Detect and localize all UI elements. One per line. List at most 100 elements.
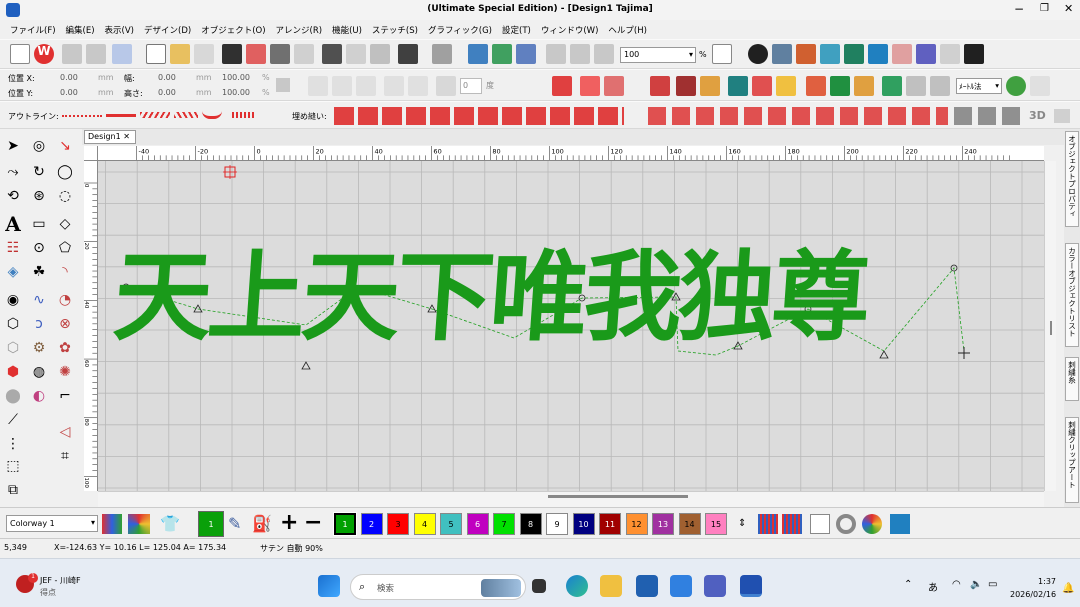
zigzag-icon[interactable] xyxy=(650,76,670,96)
rotate-icon[interactable] xyxy=(436,76,456,96)
copy-icon[interactable] xyxy=(346,44,366,64)
colorway-select[interactable]: Colorway 1 ▾ xyxy=(6,515,98,532)
export-icon[interactable] xyxy=(246,44,266,64)
gray-shape-icon[interactable]: ⬤ xyxy=(2,385,24,407)
satin-line-icon[interactable] xyxy=(140,112,170,118)
picture-icon[interactable] xyxy=(728,76,748,96)
color-swatch-2[interactable]: 2 xyxy=(360,513,383,535)
ribbon-icon[interactable] xyxy=(700,76,720,96)
colors-icon[interactable] xyxy=(820,44,840,64)
current-color-swatch[interactable]: 1 xyxy=(198,511,224,537)
rotate-tool-icon[interactable]: ↻ xyxy=(28,161,50,183)
triangle-tool-icon[interactable]: ◇ xyxy=(54,213,76,235)
print-preview-icon[interactable] xyxy=(294,44,314,64)
new-file-icon[interactable] xyxy=(146,44,166,64)
copilot-icon[interactable] xyxy=(670,575,692,597)
arrowhead-icon[interactable]: ◁ xyxy=(54,421,76,443)
align-left-icon[interactable] xyxy=(308,76,328,96)
leaf-icon[interactable] xyxy=(604,76,624,96)
satin-fill-icon[interactable] xyxy=(552,76,572,96)
wave-icon[interactable]: ∿ xyxy=(28,289,50,311)
clock-time[interactable]: 1:37 xyxy=(1020,577,1056,586)
radial-icon[interactable]: ⊗ xyxy=(54,313,76,335)
color-object-list-tab[interactable]: カラーオブジェクトリスト xyxy=(1065,243,1079,347)
node-edit-icon[interactable]: ⤳ xyxy=(2,161,24,183)
info-icon[interactable] xyxy=(748,44,768,64)
vertical-scrollbar[interactable] xyxy=(1044,161,1056,491)
undo-icon[interactable] xyxy=(398,44,418,64)
flower-icon[interactable]: ✿ xyxy=(54,337,76,359)
height-field[interactable]: 0.00 xyxy=(158,88,176,97)
menu-arrange[interactable]: アレンジ(R) xyxy=(271,20,328,39)
save-icon[interactable] xyxy=(222,44,242,64)
branch-icon[interactable]: ⊛ xyxy=(28,185,50,207)
color-swatch-7[interactable]: 7 xyxy=(493,513,515,535)
travel-icon[interactable] xyxy=(468,44,488,64)
menu-settings[interactable]: 設定(T) xyxy=(497,20,536,39)
file-explorer-icon[interactable] xyxy=(600,575,622,597)
color-swatch-6[interactable]: 6 xyxy=(466,513,489,535)
oval-tool-icon[interactable]: ◯ xyxy=(54,161,76,183)
shape-group-icon[interactable]: ☘ xyxy=(28,261,50,283)
menu-window[interactable]: ウィンドウ(W) xyxy=(536,20,604,39)
fork-icon[interactable] xyxy=(676,76,696,96)
no-color-icon[interactable] xyxy=(810,514,830,534)
settings-icon[interactable] xyxy=(86,44,106,64)
screen-icon[interactable] xyxy=(112,44,132,64)
edge-icon[interactable] xyxy=(566,575,588,597)
paste-icon[interactable] xyxy=(370,44,390,64)
color-swatch-1[interactable]: 1 xyxy=(333,512,357,536)
select-arrow-icon[interactable]: ➤ xyxy=(2,135,24,157)
color-swatch-15[interactable]: 15 xyxy=(705,513,727,535)
store-icon[interactable] xyxy=(636,575,658,597)
three-d-button[interactable]: 3D xyxy=(1029,109,1046,122)
arc-tool-icon[interactable]: ◝ xyxy=(54,261,76,283)
pos-x-field[interactable]: 0.00 xyxy=(60,73,78,82)
running-stitch-icon[interactable] xyxy=(62,115,102,117)
hatch-icon[interactable] xyxy=(930,76,950,96)
appliqué-icon[interactable]: ◍ xyxy=(28,361,50,383)
menu-graphic[interactable]: グラフィック(G) xyxy=(423,20,497,39)
eyedropper-icon[interactable]: ✎ xyxy=(228,514,250,534)
menu-stitch[interactable]: ステッチ(S) xyxy=(367,20,423,39)
close-button[interactable]: ✕ xyxy=(1064,2,1073,15)
spiral-icon[interactable]: ◔ xyxy=(54,289,76,311)
feather-icon[interactable] xyxy=(580,76,600,96)
teams-icon[interactable] xyxy=(704,575,726,597)
redo-icon[interactable] xyxy=(432,44,452,64)
effect-fill-icons[interactable] xyxy=(954,107,1024,125)
color-swatch-9[interactable]: 9 xyxy=(546,513,568,535)
color-wheel-icon[interactable] xyxy=(862,514,882,534)
menu-object[interactable]: オブジェクト(O) xyxy=(196,20,270,39)
object-properties-tab[interactable]: オブジェクトプロパティ xyxy=(1065,131,1079,227)
hexagon-icon[interactable]: ⬡ xyxy=(2,313,24,335)
horizontal-scrollbar[interactable] xyxy=(98,491,1044,507)
color-swatch-13[interactable]: 13 xyxy=(652,513,674,535)
pink-ring-icon[interactable]: ◐ xyxy=(28,385,50,407)
machine-icon[interactable]: ⚙ xyxy=(28,337,50,359)
color-swatch-12[interactable]: 12 xyxy=(625,513,648,535)
fill-colors-icon[interactable] xyxy=(854,76,874,96)
pentagon-tool-icon[interactable]: ⬠ xyxy=(54,237,76,259)
align-center-icon[interactable] xyxy=(332,76,352,96)
width-field[interactable]: 0.00 xyxy=(158,73,176,82)
monogram-icon[interactable]: ◈ xyxy=(2,261,24,283)
width-percent-field[interactable]: 100.00 xyxy=(222,73,250,82)
slow-redraw-icon[interactable] xyxy=(546,44,566,64)
spool-icon[interactable] xyxy=(868,44,888,64)
paint-bucket-icon[interactable]: ⛽ xyxy=(252,514,274,534)
special-fill-icons[interactable] xyxy=(648,107,948,125)
color-swatch-11[interactable]: 11 xyxy=(599,513,621,535)
stitch-list-icon[interactable] xyxy=(772,44,792,64)
measure-icon[interactable]: ⌗ xyxy=(54,445,76,467)
start-icon[interactable] xyxy=(318,575,340,597)
rotation-field[interactable]: 0 xyxy=(460,78,482,94)
threads-tab[interactable]: 刺繍糸 xyxy=(1065,357,1079,401)
corner-icon[interactable]: ⌐ xyxy=(54,385,76,407)
menu-file[interactable]: ファイル(F) xyxy=(0,20,61,39)
color-film-icon[interactable] xyxy=(516,44,536,64)
menu-view[interactable]: 表示(V) xyxy=(100,20,139,39)
point-icon[interactable]: ◉ xyxy=(2,289,24,311)
volume-icon[interactable]: 🔈 xyxy=(970,579,982,590)
embroidery-clipart-tab[interactable]: 刺繍クリップアート xyxy=(1065,417,1079,503)
